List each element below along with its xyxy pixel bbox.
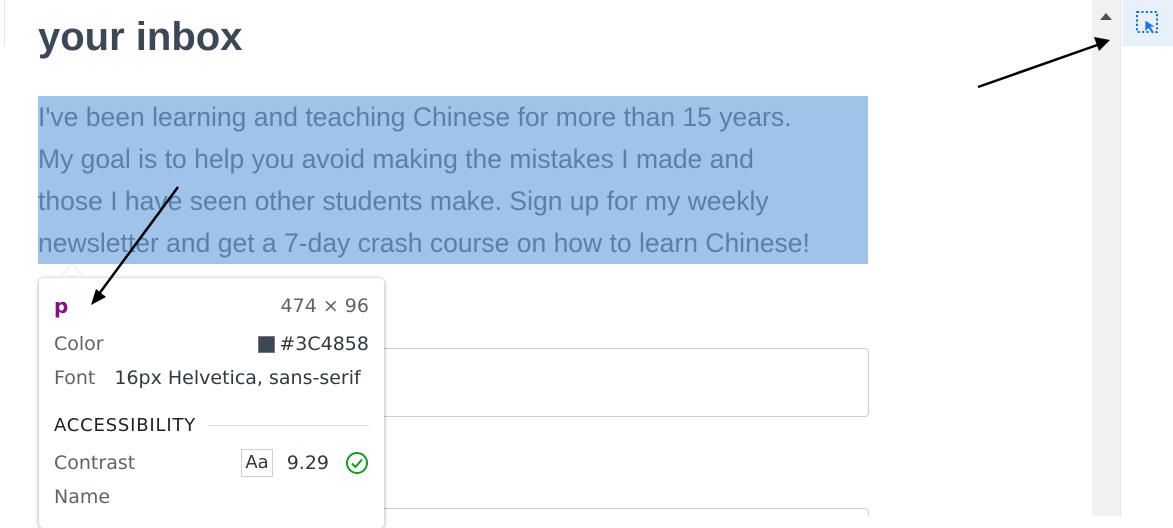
accessibility-title: ACCESSIBILITY: [54, 414, 197, 436]
color-label: Color: [54, 333, 104, 355]
contrast-value-group: Aa 9.29: [241, 449, 369, 477]
section-divider: [208, 424, 369, 426]
scroll-up-button[interactable]: [1092, 4, 1120, 28]
color-swatch: [258, 335, 276, 353]
name-input[interactable]: [370, 348, 869, 417]
paragraph-line: those I have seen other students make. S…: [38, 186, 769, 216]
name-row: Name: [54, 483, 369, 511]
contrast-ratio: 9.29: [286, 452, 329, 474]
font-label: Font: [54, 367, 96, 389]
devtools-panel: [1120, 0, 1173, 516]
vertical-scrollbar[interactable]: [1092, 0, 1120, 516]
paragraph-line: My goal is to help you avoid making the …: [38, 144, 754, 174]
intro-paragraph[interactable]: I've been learning and teaching Chinese …: [38, 96, 868, 264]
page-heading: your inbox: [38, 15, 243, 59]
contrast-row: Contrast Aa 9.29: [54, 449, 369, 477]
accessibility-header: ACCESSIBILITY: [54, 411, 369, 439]
edge-divider: [0, 0, 5, 46]
paragraph-line: newsletter and get a 7-day crash course …: [38, 228, 810, 258]
tooltip-header: p 474 × 96: [54, 292, 369, 320]
email-input[interactable]: [370, 508, 869, 516]
color-value: #3C4858: [258, 333, 369, 355]
color-row: Color #3C4858: [54, 330, 369, 358]
tooltip-pointer: [61, 265, 83, 278]
name-label: Name: [54, 486, 111, 508]
inspector-tooltip: p 474 × 96 Color #3C4858 Font 16px Helve…: [39, 278, 384, 528]
contrast-sample: Aa: [241, 449, 273, 477]
paragraph-line: I've been learning and teaching Chinese …: [38, 102, 792, 132]
check-circle-icon: [345, 451, 369, 475]
element-tag-name: p: [54, 294, 69, 318]
inspect-element-icon: [1135, 11, 1158, 35]
font-value: 16px Helvetica, sans-serif: [114, 367, 361, 389]
triangle-up-icon: [1100, 12, 1112, 20]
font-row: Font 16px Helvetica, sans-serif: [54, 364, 369, 392]
color-hex: #3C4858: [279, 333, 369, 355]
contrast-label: Contrast: [54, 452, 136, 474]
element-dimensions: 474 × 96: [280, 295, 369, 317]
inspect-element-button[interactable]: [1122, 0, 1173, 46]
